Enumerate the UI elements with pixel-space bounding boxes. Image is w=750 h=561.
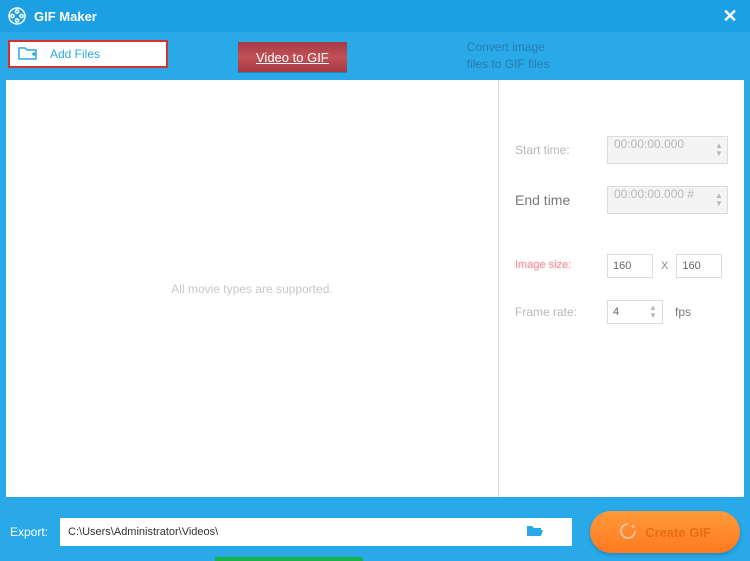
end-time-spinner[interactable]: ▲ ▼ [713,189,725,211]
export-path-text: C:\Users\Administrator\Videos\ [68,526,218,538]
start-time-spinner[interactable]: ▲ ▼ [713,139,725,161]
start-time-value: 00:00:00.000 [614,137,684,151]
video-drop-panel[interactable]: All movie types are supported. [6,80,498,497]
create-gif-button[interactable]: Create GIF [590,511,740,553]
window-title: GIF Maker [34,9,97,24]
chevron-down-icon[interactable]: ▼ [647,312,659,320]
refresh-icon [619,522,637,543]
start-time-label: Start time: [515,143,607,157]
start-time-row: Start time: 00:00:00.000 ▲ ▼ [515,136,728,164]
frame-rate-row: Frame rate: ▲ ▼ fps [515,300,728,324]
close-icon: ✕ [722,6,737,27]
search-icon[interactable] [550,522,568,543]
end-time-input[interactable]: 00:00:00.000 # ▲ ▼ [607,186,728,214]
toolbar-tabs: Add Files Video to GIF Convert image fil… [0,32,750,80]
tab-video-label: Video to GIF [256,50,329,65]
image-size-label: Image size: [515,259,607,272]
start-time-input[interactable]: 00:00:00.000 ▲ ▼ [607,136,728,164]
close-button[interactable]: ✕ [720,6,740,26]
size-separator: X [661,260,668,272]
image-size-row: Image size: X [515,254,728,278]
height-input[interactable] [676,254,722,278]
settings-panel: Start time: 00:00:00.000 ▲ ▼ End time 00… [498,80,744,497]
chevron-down-icon[interactable]: ▼ [713,200,725,208]
export-label: Export: [10,525,48,539]
app-window: GIF Maker ✕ Add Files Video to GIF Conve… [0,0,750,561]
end-time-value: 00:00:00.000 # [614,187,694,201]
titlebar: GIF Maker [0,0,750,32]
frame-rate-spinner[interactable]: ▲ ▼ [647,302,659,322]
drop-placeholder-text: All movie types are supported. [171,282,332,296]
add-files-icon [18,45,38,64]
add-files-label: Add Files [50,47,100,61]
tab-convert-images[interactable]: Convert image files to GIF files [447,32,570,80]
end-time-row: End time 00:00:00.000 # ▲ ▼ [515,186,728,214]
fps-label: fps [675,305,691,319]
frame-rate-label: Frame rate: [515,305,607,319]
export-path-field[interactable]: C:\Users\Administrator\Videos\ [60,518,572,546]
width-input[interactable] [607,254,653,278]
content-area: All movie types are supported. Start tim… [0,80,750,503]
tab-video-to-gif[interactable]: Video to GIF [238,42,347,72]
active-tab-indicator [215,557,363,561]
create-gif-label: Create GIF [645,525,711,540]
chevron-down-icon[interactable]: ▼ [713,150,725,158]
film-reel-icon [8,7,26,25]
folder-open-icon[interactable] [526,524,544,541]
footer-bar: Export: C:\Users\Administrator\Videos\ [0,503,750,561]
end-time-label: End time [515,192,607,208]
add-files-button[interactable]: Add Files [8,40,168,68]
tab-convert-line1: Convert image [467,39,545,56]
tab-convert-line2: files to GIF files [467,56,550,73]
